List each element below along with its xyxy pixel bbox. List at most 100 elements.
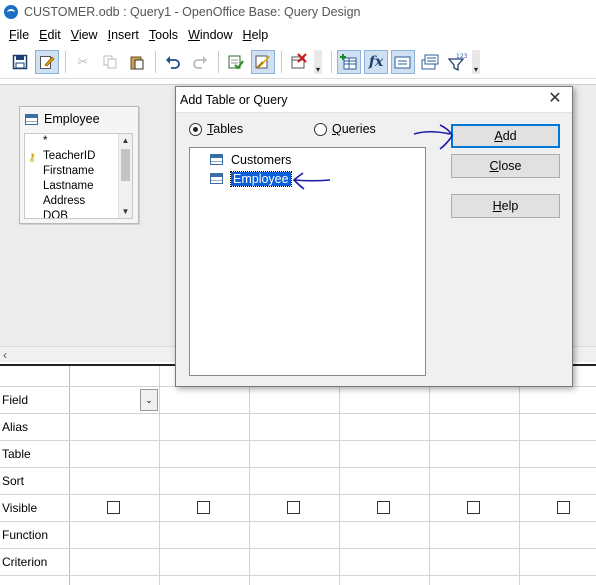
field-item[interactable]: * [25,134,132,149]
clear-query-icon[interactable] [287,50,311,74]
title-bar: CUSTOMER.odb : Query1 - OpenOffice Base:… [0,0,596,24]
field-item[interactable]: Address [25,194,132,209]
toolbar-separator [281,50,282,73]
openoffice-logo-icon [4,5,18,19]
row-label-sort: Sort [0,468,70,494]
functions-label: fx [368,53,384,70]
toolbar-separator [65,50,66,73]
radio-button-unchecked[interactable] [314,122,327,136]
table-icon [210,154,223,165]
table-icon [210,173,223,184]
query-design-grid: Field ⌄ Alias Table Sort Visible Functio… [0,364,596,585]
field-item-key[interactable]: ⚷ TeacherID [25,149,132,164]
save-icon[interactable] [8,50,32,74]
grid-column-divider [249,366,250,585]
visible-checkbox[interactable] [287,501,300,514]
grid-row-table: Table [0,441,596,468]
row-label-alias: Alias [0,414,70,440]
scroll-up-icon[interactable]: ▲ [119,134,132,147]
grid-row-field: Field ⌄ [0,387,596,414]
window-title: CUSTOMER.odb : Query1 - OpenOffice Base:… [24,5,361,19]
table-window-title: Employee [44,112,100,126]
toolbar-separator [218,50,219,73]
menu-edit[interactable]: Edit [34,28,66,42]
grid-row-sort: Sort [0,468,596,495]
toolbar-separator [331,50,332,73]
list-item-employee[interactable]: Employee [210,170,292,187]
grid-column-divider [429,366,430,585]
row-label-visible: Visible [0,495,70,521]
add-tables-icon[interactable] [337,49,361,74]
grid-row-criterion: Criterion [0,549,596,576]
grid-column-divider [339,366,340,585]
field-list-scrollbar[interactable]: ▲ ▼ [118,134,132,218]
radio-queries-label: Queries [332,122,376,136]
add-button[interactable]: Add [451,124,560,148]
menu-window[interactable]: Window [183,28,237,42]
field-label: TeacherID [43,150,96,162]
menu-file[interactable]: File [4,28,34,42]
run-query-icon[interactable] [224,50,248,74]
scroll-down-icon[interactable]: ▼ [119,205,132,218]
cut-icon[interactable]: ✂ [71,50,95,74]
table-icon [25,113,38,125]
scrollbar-thumb[interactable] [121,149,130,181]
grid-row-or [0,576,596,585]
edit-icon[interactable] [35,49,59,74]
table-window-header[interactable]: Employee [20,107,138,131]
scroll-left-icon[interactable]: ‹ [3,347,7,363]
paste-icon[interactable] [125,50,149,74]
field-list[interactable]: * ⚷ TeacherID Firstname Lastname Address … [24,133,133,219]
help-button[interactable]: Help [451,194,560,218]
menu-insert[interactable]: Insert [103,28,144,42]
toolbar-overflow-dropdown[interactable]: ▾ [314,49,322,74]
row-label-criterion: Criterion [0,549,70,575]
radio-button-checked[interactable] [189,122,202,136]
annotation-arrow-employee [292,172,331,190]
copy-icon[interactable] [98,50,122,74]
field-item[interactable]: Firstname [25,164,132,179]
add-table-dialog[interactable]: Add Table or Query ✕ Tables Queries Cust… [175,86,573,387]
toolbar-separator [155,50,156,73]
employee-table-window[interactable]: Employee * ⚷ TeacherID Firstname Lastname… [19,106,139,224]
grid-column-divider [159,366,160,585]
close-icon[interactable]: ✕ [546,90,564,108]
distinct-values-icon[interactable]: 123 [445,50,469,74]
visible-checkbox[interactable] [107,501,120,514]
visible-checkbox[interactable] [377,501,390,514]
visible-checkbox[interactable] [467,501,480,514]
menu-tools[interactable]: Tools [144,28,183,42]
field-item[interactable]: DOB [25,209,132,218]
menu-bar: File Edit View Insert Tools Window Help [0,24,596,45]
table-name-icon[interactable] [391,49,415,74]
close-button[interactable]: Close [451,154,560,178]
alias-icon[interactable] [418,50,442,74]
radio-queries[interactable]: Queries [314,122,376,136]
grid-row-function: Function [0,522,596,549]
radio-tables[interactable]: Tables [189,122,243,136]
menu-help[interactable]: Help [238,28,274,42]
list-item-customers[interactable]: Customers [210,151,291,168]
toolbar-overflow-dropdown[interactable]: ▾ [472,49,480,74]
visible-checkbox[interactable] [557,501,570,514]
functions-icon[interactable]: fx [364,49,388,74]
redo-icon[interactable] [188,50,212,74]
grid-row-alias: Alias [0,414,596,441]
dialog-title: Add Table or Query [180,92,288,107]
chevron-down-icon[interactable]: ⌄ [140,389,158,411]
menu-view[interactable]: View [66,28,103,42]
dialog-title-bar[interactable]: Add Table or Query [176,87,572,113]
row-label-table: Table [0,441,70,467]
field-item[interactable]: Lastname [25,179,132,194]
list-item-label: Customers [231,152,292,167]
list-item-label-selected: Employee [230,170,292,187]
toolbar: ✂ ▾ fx 123 ▾ [0,45,596,79]
radio-tables-label: Tables [207,122,244,136]
row-label-or [0,576,70,585]
row-label-field: Field [0,387,70,413]
undo-icon[interactable] [161,50,185,74]
visible-checkbox[interactable] [197,501,210,514]
design-view-icon[interactable] [251,49,275,74]
annotation-arrow-add [413,124,453,150]
grid-row-visible: Visible [0,495,596,522]
